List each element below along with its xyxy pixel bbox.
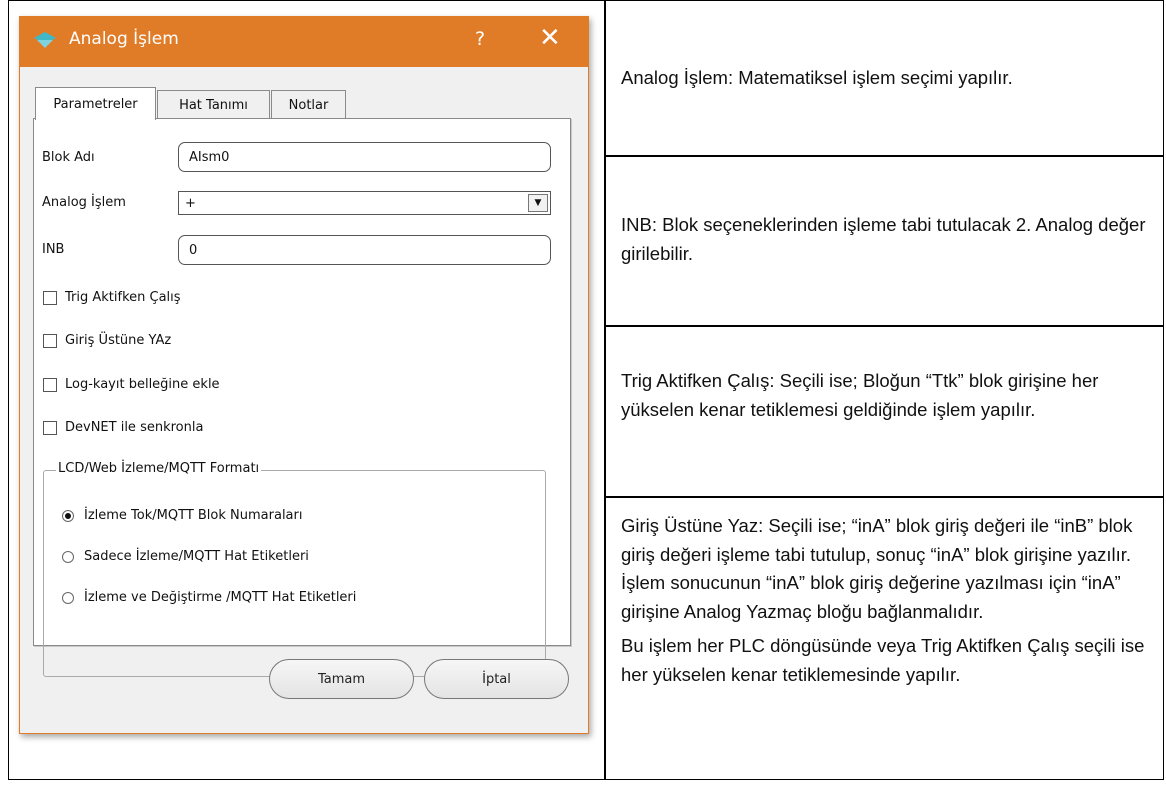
checkbox-box[interactable] bbox=[43, 290, 57, 305]
table-row-divider bbox=[606, 325, 1164, 327]
table-column-divider bbox=[604, 0, 606, 780]
log-kayit-checkbox[interactable]: Log-kayıt belleğine ekle bbox=[43, 377, 220, 392]
checkbox-box[interactable] bbox=[43, 333, 57, 348]
blok-adi-label: Blok Adı bbox=[42, 150, 95, 165]
lcd-web-format-group bbox=[43, 470, 546, 677]
radio-circle[interactable] bbox=[62, 591, 74, 604]
description-inb: INB: Blok seçeneklerinden işleme tabi tu… bbox=[621, 214, 1146, 264]
help-button[interactable]: ? bbox=[475, 28, 485, 50]
ok-button[interactable]: Tamam bbox=[269, 659, 414, 699]
inb-label: INB bbox=[42, 242, 65, 257]
tab-parametreler[interactable]: Parametreler bbox=[35, 87, 156, 120]
radio-circle[interactable] bbox=[62, 509, 74, 522]
close-button[interactable]: ✕ bbox=[539, 23, 561, 53]
table-row-divider bbox=[606, 155, 1164, 157]
radio-sadece-izleme[interactable]: Sadece İzleme/MQTT Hat Etiketleri bbox=[62, 549, 309, 564]
checkbox-box[interactable] bbox=[43, 377, 57, 392]
description-analog-islem: Analog İşlem: Matematiksel işlem seçimi … bbox=[621, 67, 1013, 88]
app-icon bbox=[34, 32, 56, 48]
analog-islem-label: Analog İşlem bbox=[42, 195, 126, 210]
checkbox-box[interactable] bbox=[43, 420, 57, 435]
trig-aktifken-checkbox[interactable]: Trig Aktifken Çalış bbox=[43, 290, 181, 305]
radio-circle[interactable] bbox=[62, 550, 74, 563]
cancel-button[interactable]: İptal bbox=[424, 659, 569, 699]
description-trig-aktifken: Trig Aktifken Çalış: Seçili ise; Bloğun … bbox=[621, 370, 1099, 420]
inb-input[interactable]: 0 bbox=[178, 235, 551, 265]
analog-islem-select[interactable]: + ▼ bbox=[178, 191, 551, 215]
group-title: LCD/Web İzleme/MQTT Formatı bbox=[56, 461, 262, 476]
tab-notlar[interactable]: Notlar bbox=[271, 90, 346, 120]
dialog-title: Analog İşlem bbox=[69, 29, 179, 49]
table-row-divider bbox=[606, 496, 1164, 498]
dialog-titlebar[interactable]: Analog İşlem ? ✕ bbox=[20, 17, 588, 67]
chevron-down-icon[interactable]: ▼ bbox=[528, 194, 548, 212]
radio-izleme-tok[interactable]: İzleme Tok/MQTT Blok Numaraları bbox=[62, 508, 302, 523]
giris-ustune-yaz-checkbox[interactable]: Giriş Üstüne YAz bbox=[43, 333, 171, 348]
analog-islem-dialog: Analog İşlem ? ✕ Parametreler Hat Tanımı… bbox=[19, 16, 589, 734]
tab-hat-tanimi[interactable]: Hat Tanımı bbox=[157, 90, 270, 120]
description-giris-ustune-yaz: Giriş Üstüne Yaz: Seçili ise; “inA” blok… bbox=[621, 515, 1145, 685]
devnet-senkron-checkbox[interactable]: DevNET ile senkronla bbox=[43, 420, 203, 435]
radio-izleme-degistirme[interactable]: İzleme ve Değiştirme /MQTT Hat Etiketler… bbox=[62, 590, 356, 605]
blok-adi-input[interactable]: AIsm0 bbox=[178, 142, 551, 172]
